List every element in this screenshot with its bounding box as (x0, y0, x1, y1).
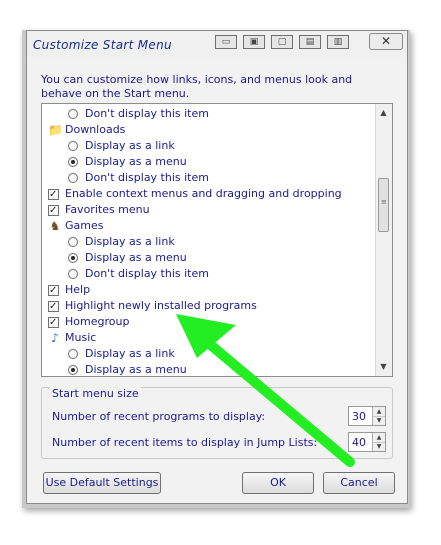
group-title: Start menu size (50, 387, 141, 400)
item-label: Highlight newly installed programs (65, 299, 257, 312)
list-item[interactable]: Enable context menus and dragging and dr… (42, 186, 372, 203)
ok-button[interactable]: OK (242, 472, 314, 494)
title-bar: Customize Start Menu ▭ ▣ ▢ ▤ ▥ ✕ (27, 31, 407, 57)
use-default-settings-button[interactable]: Use Default Settings (43, 472, 161, 494)
item-label: Display as a menu (85, 363, 187, 376)
grip-icon: ≡ (381, 198, 387, 206)
vertical-scrollbar[interactable]: ▲ ≡ ▼ (375, 104, 392, 376)
radio-button[interactable] (68, 237, 78, 247)
list-item[interactable]: Display as a menu (42, 154, 372, 170)
item-label: Don't display this item (85, 171, 209, 184)
list-item[interactable]: Don't display this item (42, 170, 372, 186)
recent-items-value[interactable]: 40 (352, 436, 366, 449)
list-item[interactable]: Don't display this item (42, 266, 372, 282)
dialog-title: Customize Start Menu (33, 38, 172, 52)
item-label: Display as a link (85, 347, 175, 360)
recent-programs-value[interactable]: 30 (352, 410, 366, 423)
checkbox[interactable] (48, 283, 59, 299)
checkbox[interactable] (48, 299, 59, 315)
list-item[interactable]: Display as a menu (42, 250, 372, 266)
list-item[interactable]: Display as a link (42, 138, 372, 154)
window-icon: ▣ (243, 35, 265, 49)
scroll-down-icon[interactable]: ▼ (377, 360, 390, 373)
list-item[interactable]: Highlight newly installed programs (42, 298, 372, 315)
list-group-header: 📁 Downloads (42, 122, 372, 138)
window-icon: ▭ (215, 35, 237, 49)
item-label: Games (65, 219, 104, 232)
stepper-buttons: ▲ ▼ (372, 433, 385, 451)
list-group-header: ♞ Games (42, 218, 372, 234)
item-label: Help (65, 283, 91, 296)
customize-start-menu-dialog: Customize Start Menu ▭ ▣ ▢ ▤ ▥ ✕ You can… (26, 30, 408, 504)
downloads-folder-icon: 📁 (48, 123, 63, 137)
list-item[interactable]: Display as a link (42, 234, 372, 250)
scroll-up-icon[interactable]: ▲ (377, 106, 390, 119)
description-text: You can customize how links, icons, and … (41, 73, 353, 100)
radio-button[interactable] (68, 141, 78, 151)
scroll-thumb[interactable]: ≡ (378, 178, 389, 232)
list-item[interactable]: Favorites menu (42, 202, 372, 219)
spin-down-icon[interactable]: ▼ (373, 416, 385, 425)
window-icon: ▤ (299, 35, 321, 49)
cancel-button[interactable]: Cancel (323, 472, 395, 494)
radio-button[interactable] (68, 157, 78, 167)
radio-button[interactable] (68, 349, 78, 359)
radio-button[interactable] (68, 173, 78, 183)
list-group-header: ♪ Music (42, 330, 372, 346)
checkbox[interactable] (48, 187, 59, 203)
recent-programs-stepper[interactable]: 30 ▲ ▼ (348, 406, 386, 426)
radio-button[interactable] (68, 365, 78, 375)
music-note-icon: ♪ (51, 331, 59, 345)
recent-programs-label: Number of recent programs to display: (52, 410, 266, 423)
recent-items-label: Number of recent items to display in Jum… (52, 436, 318, 449)
checkbox[interactable] (48, 315, 59, 331)
list-item[interactable]: Don't display this item (42, 106, 372, 122)
list-item[interactable]: Display as a link (42, 346, 372, 362)
list-item[interactable]: Homegroup (42, 314, 372, 331)
spin-down-icon[interactable]: ▼ (373, 442, 385, 451)
options-listbox[interactable]: Don't display this item 📁 Downloads Display… (41, 103, 393, 377)
stepper-buttons: ▲ ▼ (372, 407, 385, 425)
item-label: Favorites menu (65, 203, 150, 216)
radio-button[interactable] (68, 109, 78, 119)
item-label: Downloads (65, 123, 126, 136)
item-label: Don't display this item (85, 267, 209, 280)
list-item[interactable]: Display as a menu (42, 362, 372, 376)
radio-button[interactable] (68, 269, 78, 279)
start-menu-size-group: Start menu size Number of recent program… (41, 387, 393, 459)
item-label: Homegroup (65, 315, 130, 328)
checkbox[interactable] (48, 203, 59, 219)
item-label: Display as a link (85, 139, 175, 152)
recent-items-stepper[interactable]: 40 ▲ ▼ (348, 432, 386, 452)
window-icon: ▢ (271, 35, 293, 49)
item-label: Enable context menus and dragging and dr… (65, 187, 342, 200)
item-label: Display as a link (85, 235, 175, 248)
games-icon: ♞ (49, 219, 61, 233)
item-label: Display as a menu (85, 251, 187, 264)
item-label: Display as a menu (85, 155, 187, 168)
item-label: Music (65, 331, 97, 344)
window-icon: ▥ (327, 35, 349, 49)
radio-button[interactable] (68, 253, 78, 263)
close-button[interactable]: ✕ (369, 33, 403, 50)
list-item[interactable]: Help (42, 282, 372, 299)
item-label: Don't display this item (85, 107, 209, 120)
